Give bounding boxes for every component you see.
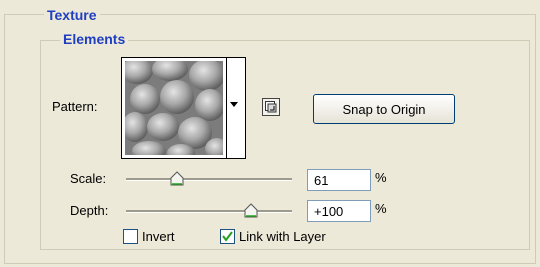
checkmark-icon xyxy=(222,231,233,242)
slider-thumb-icon[interactable] xyxy=(169,171,185,187)
scale-slider-track[interactable] xyxy=(126,178,292,181)
snap-to-origin-button[interactable]: Snap to Origin xyxy=(313,94,455,124)
link-with-layer-checkbox[interactable] xyxy=(220,229,235,244)
elements-group xyxy=(40,40,530,250)
group-title: Elements xyxy=(60,31,129,47)
new-preset-icon xyxy=(265,101,277,113)
dropdown-divider xyxy=(226,58,227,158)
invert-checkbox[interactable] xyxy=(123,229,138,244)
invert-label[interactable]: Invert xyxy=(142,229,175,244)
depth-unit: % xyxy=(375,201,387,216)
depth-slider-track[interactable] xyxy=(126,210,292,213)
new-preset-button[interactable] xyxy=(262,98,280,116)
scale-unit: % xyxy=(375,170,387,185)
dropdown-arrow-icon[interactable] xyxy=(230,102,238,107)
scale-field[interactable] xyxy=(307,169,371,191)
depth-label: Depth: xyxy=(70,203,109,218)
section-title: Texture xyxy=(44,7,100,23)
slider-thumb-icon[interactable] xyxy=(243,203,259,219)
pattern-label: Pattern: xyxy=(52,99,98,114)
link-with-layer-label[interactable]: Link with Layer xyxy=(239,229,326,244)
depth-field[interactable] xyxy=(307,200,371,222)
pattern-picker[interactable] xyxy=(121,57,246,159)
pattern-swatch xyxy=(125,61,223,155)
scale-label: Scale: xyxy=(70,171,107,186)
